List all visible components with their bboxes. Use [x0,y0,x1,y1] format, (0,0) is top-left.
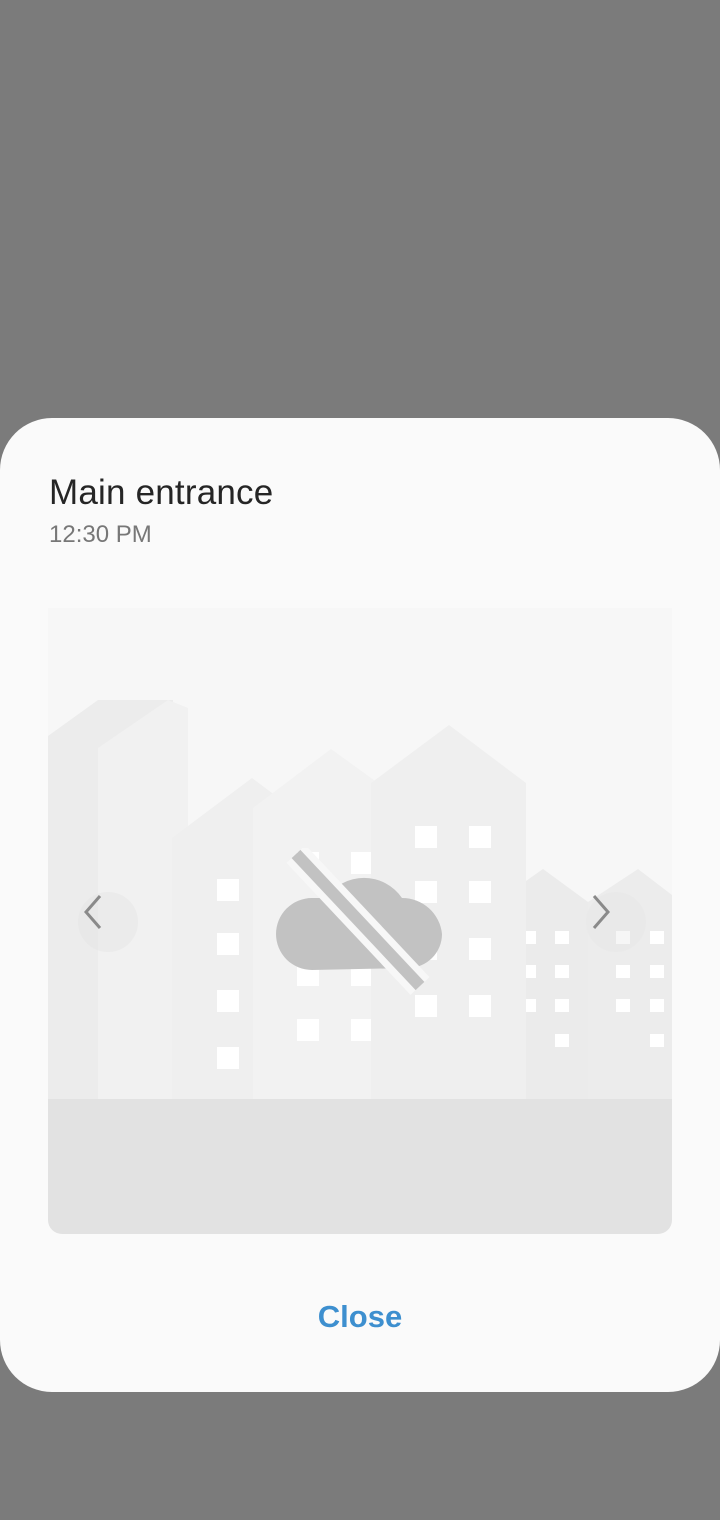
chevron-left-icon [84,895,102,929]
dialog-time: 12:30 PM [49,521,152,548]
previous-image-button[interactable] [78,892,138,952]
close-button[interactable]: Close [0,1294,720,1340]
chevron-right-icon [592,895,610,929]
preview-dialog: Main entrance 12:30 PM Close [0,418,720,1392]
dialog-title: Main entrance [49,473,274,512]
cloud-off-icon [276,848,442,995]
camera-preview [48,608,672,1234]
next-image-button[interactable] [586,892,646,952]
